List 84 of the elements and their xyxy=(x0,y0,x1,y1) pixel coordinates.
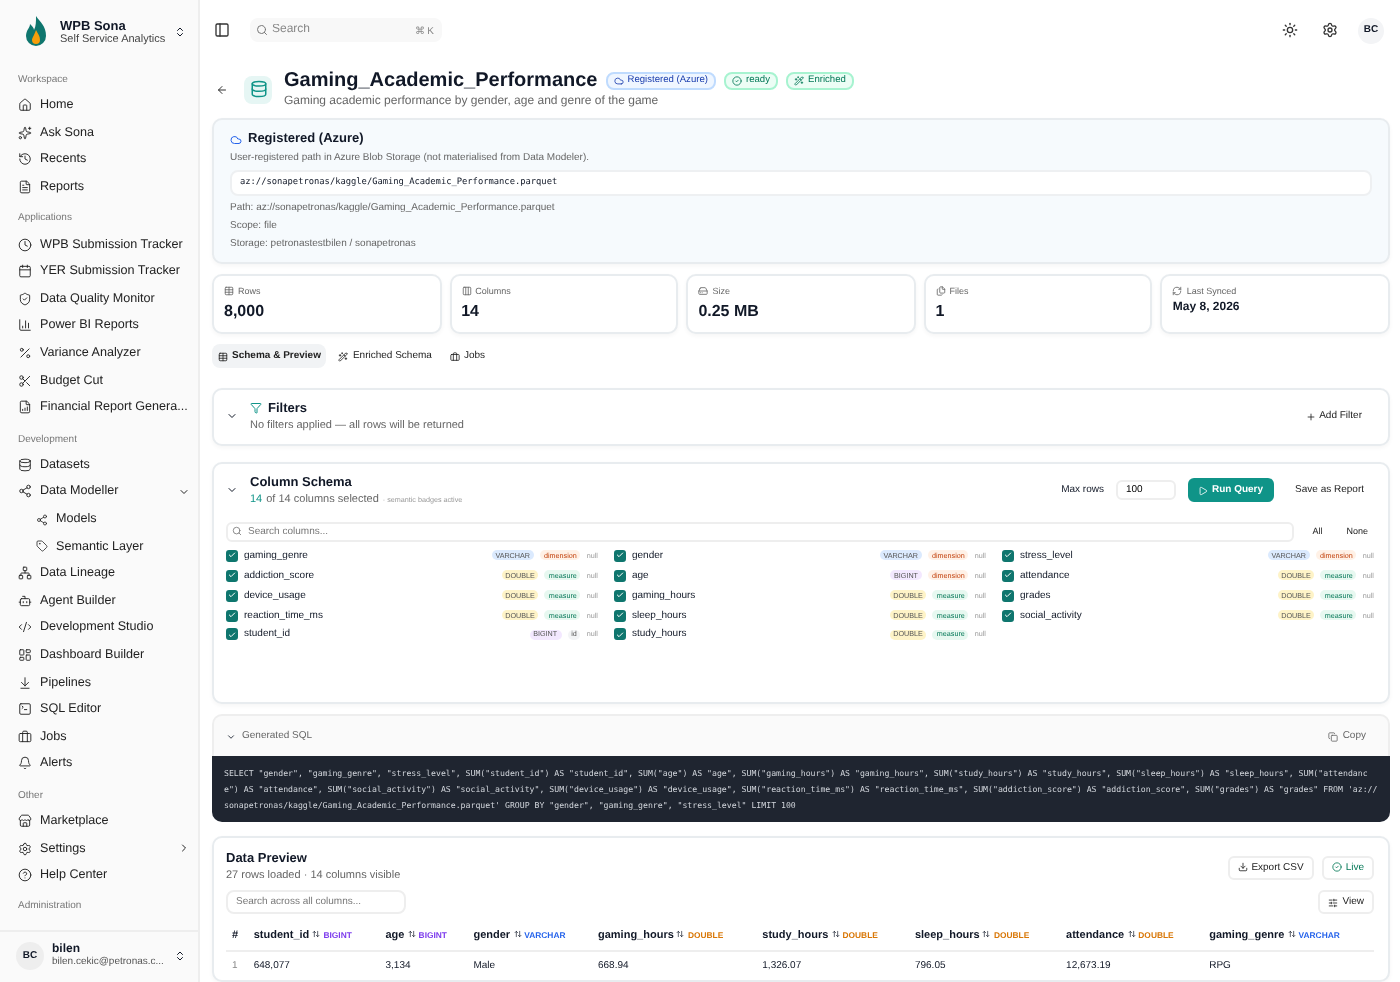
nav-icon xyxy=(18,702,32,717)
nav-icon xyxy=(18,152,32,167)
nav-icon xyxy=(18,98,32,113)
sort-icon xyxy=(312,930,321,938)
nav-icon xyxy=(18,593,32,608)
nav-icon xyxy=(18,675,32,690)
badge-icon xyxy=(794,76,804,86)
cloud-icon xyxy=(230,133,242,145)
chevron-down-icon[interactable] xyxy=(226,731,236,741)
checkbox[interactable] xyxy=(226,589,238,602)
nav-icon xyxy=(18,566,32,581)
database-icon xyxy=(244,75,272,103)
nav-icon xyxy=(18,400,32,415)
sort-icon xyxy=(831,930,840,938)
nav-icon xyxy=(18,813,32,828)
back-arrow-icon xyxy=(216,83,228,95)
badge-icon xyxy=(613,76,624,86)
flame-logo-icon xyxy=(20,14,52,50)
checkbox[interactable] xyxy=(226,549,238,562)
nav-icon xyxy=(18,457,32,472)
stat-value: 8,000 xyxy=(224,302,267,320)
stat-icon xyxy=(698,286,709,296)
sort-icon xyxy=(407,930,416,938)
sort-icon xyxy=(1287,930,1296,938)
tab-icon xyxy=(218,351,228,361)
stat-icon xyxy=(935,286,946,296)
stat-value: 1 xyxy=(935,302,947,320)
sort-icon xyxy=(1127,930,1136,938)
nav-icon xyxy=(18,841,32,856)
checkbox[interactable] xyxy=(226,609,238,622)
check-circle-icon xyxy=(1331,862,1342,872)
nav-icon xyxy=(18,373,32,388)
dataset-title: Gaming_Academic_Performance xyxy=(284,70,598,92)
checkbox[interactable] xyxy=(614,628,626,641)
checkbox[interactable] xyxy=(1002,589,1014,602)
nav-icon xyxy=(18,180,32,195)
copy-icon xyxy=(1328,731,1339,741)
checkbox[interactable] xyxy=(1002,549,1014,562)
sidebar-toggle-button[interactable] xyxy=(210,18,234,42)
nav-icon xyxy=(36,540,48,553)
plus-icon xyxy=(1305,411,1316,422)
nav-icon xyxy=(18,318,32,333)
stat-icon xyxy=(461,286,472,296)
nav-icon xyxy=(18,647,32,662)
filter-icon xyxy=(250,402,262,415)
checkbox[interactable] xyxy=(1002,609,1014,622)
tab-icon xyxy=(338,351,349,361)
sliders-icon xyxy=(1328,897,1339,907)
nav-icon xyxy=(18,125,32,140)
nav-icon xyxy=(18,729,32,744)
stat-value: 0.25 MB xyxy=(698,302,761,320)
nav-icon xyxy=(18,264,32,279)
nav-icon xyxy=(18,237,32,252)
theme-toggle-button[interactable] xyxy=(1278,18,1302,42)
checkbox[interactable] xyxy=(614,569,626,582)
nav-icon xyxy=(18,484,32,499)
chevron-down-icon[interactable] xyxy=(226,484,238,497)
checkbox[interactable] xyxy=(614,549,626,562)
checkbox[interactable] xyxy=(614,609,626,622)
sort-icon xyxy=(676,930,685,938)
sort-icon xyxy=(513,930,522,938)
nav-icon xyxy=(18,868,32,883)
checkbox[interactable] xyxy=(226,569,238,582)
checkbox[interactable] xyxy=(614,589,626,602)
nav-icon xyxy=(18,620,32,635)
tab-icon xyxy=(449,351,460,361)
badge-icon xyxy=(732,76,742,86)
nav-icon xyxy=(18,346,32,361)
checkbox[interactable] xyxy=(1002,569,1014,582)
stat-icon xyxy=(1172,286,1183,296)
nav-icon xyxy=(18,756,32,771)
search-icon xyxy=(256,24,268,36)
chevron-down-icon xyxy=(178,485,190,498)
search-icon xyxy=(232,526,242,537)
chevron-down-icon[interactable] xyxy=(226,410,238,423)
settings-button[interactable] xyxy=(1318,18,1342,42)
play-icon xyxy=(1197,485,1208,496)
nav-icon xyxy=(18,291,32,306)
checkbox[interactable] xyxy=(226,628,238,641)
download-icon xyxy=(1237,862,1248,872)
sort-icon xyxy=(982,930,991,938)
nav-icon xyxy=(36,513,48,526)
stat-icon xyxy=(224,286,234,296)
stat-value: 14 xyxy=(461,302,481,320)
